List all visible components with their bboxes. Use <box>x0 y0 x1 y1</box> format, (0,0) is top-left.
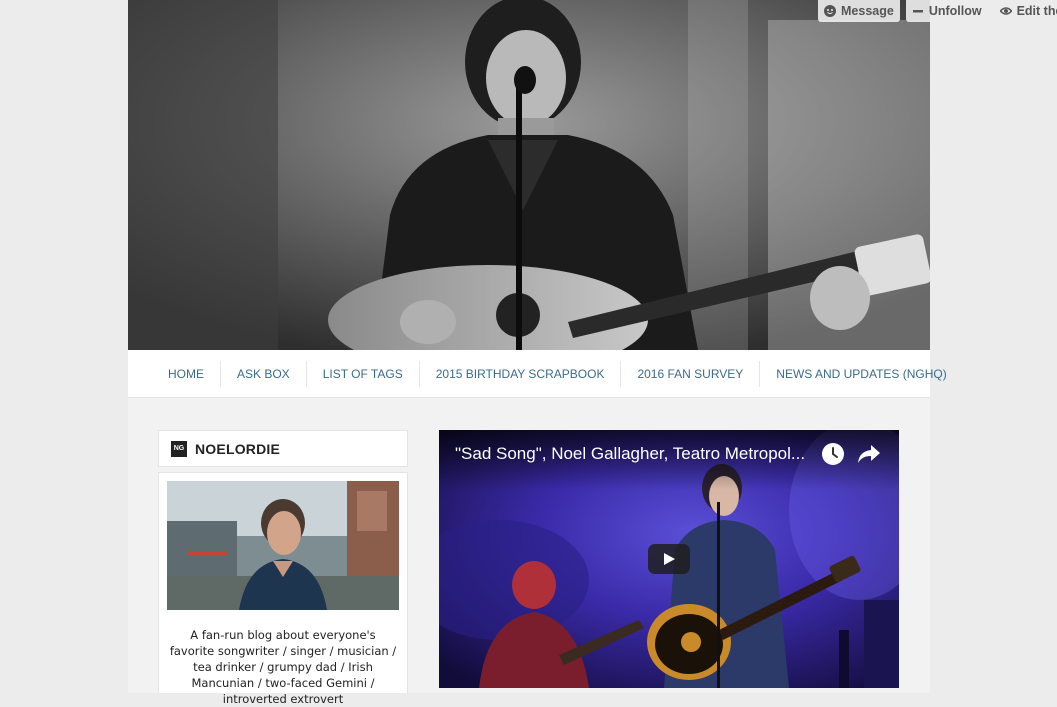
main-nav: HOME ASK BOX LIST OF TAGS 2015 BIRTHDAY … <box>128 350 947 398</box>
nav-home-link[interactable]: HOME <box>152 361 220 387</box>
nav-list-of-tags-link[interactable]: LIST OF TAGS <box>305 360 419 387</box>
play-button[interactable] <box>648 544 690 574</box>
share-icon[interactable] <box>857 443 881 465</box>
sidebar-about-box: A fan-run blog about everyone's favorite… <box>158 472 408 706</box>
header-photo <box>128 0 930 350</box>
tumblr-controls: Message Unfollow Edit them <box>818 0 1057 22</box>
nav-fan-survey-link[interactable]: 2016 FAN SURVEY <box>620 360 759 387</box>
video-embed[interactable]: "Sad Song", Noel Gallagher, Teatro Metro… <box>439 430 899 688</box>
clock-icon[interactable] <box>821 442 845 466</box>
sidebar-photo <box>167 481 399 610</box>
play-icon <box>664 553 675 565</box>
blog-avatar-icon: NG <box>171 440 187 457</box>
message-icon <box>824 5 836 17</box>
nav-ask-box-link[interactable]: ASK BOX <box>220 360 306 387</box>
message-button[interactable]: Message <box>818 0 900 22</box>
unfollow-label: Unfollow <box>928 4 982 18</box>
nav-birthday-scrapbook-link[interactable]: 2015 BIRTHDAY SCRAPBOOK <box>418 360 621 387</box>
nav-news-updates-link[interactable]: NEWS AND UPDATES (NGHQ) <box>759 360 962 387</box>
edit-theme-button[interactable]: Edit them <box>993 0 1057 22</box>
edit-theme-label: Edit them <box>1016 4 1057 18</box>
message-label: Message <box>841 4 894 18</box>
eye-icon <box>999 7 1012 15</box>
video-title[interactable]: "Sad Song", Noel Gallagher, Teatro Metro… <box>455 444 805 464</box>
blog-wrapper: HOME ASK BOX LIST OF TAGS 2015 BIRTHDAY … <box>128 0 947 706</box>
blog-name[interactable]: NOELORDIE <box>195 441 280 457</box>
sidebar-title-bar[interactable]: NG NOELORDIE <box>158 430 408 467</box>
unfollow-button[interactable]: Unfollow <box>905 0 988 22</box>
blog-description: A fan-run blog about everyone's favorite… <box>169 628 397 706</box>
minus-icon <box>912 10 923 13</box>
